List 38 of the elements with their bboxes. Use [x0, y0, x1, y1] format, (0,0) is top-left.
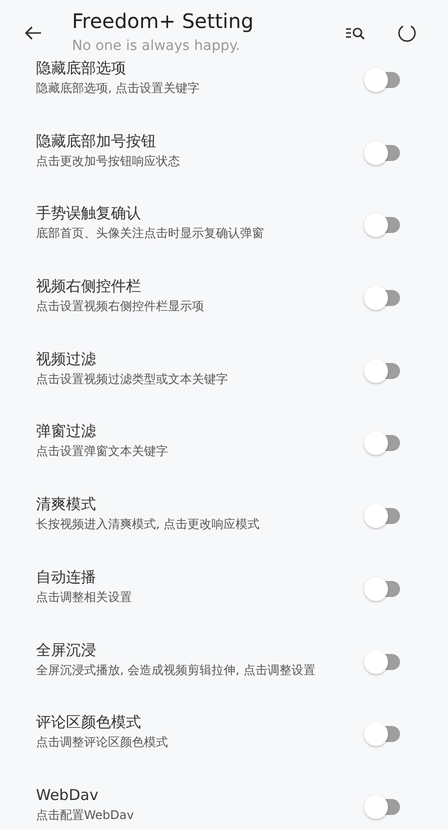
setting-title: 评论区颜色模式 — [36, 712, 142, 732]
setting-title: 自动连播 — [36, 566, 97, 587]
setting-description: 点击调整评论区颜色模式 — [36, 734, 169, 750]
page-title: Freedom+ Setting — [72, 8, 254, 34]
toggle-switch[interactable] — [364, 504, 400, 528]
setting-description: 点击调整相关设置 — [36, 588, 133, 605]
setting-title: 全屏沉浸 — [36, 640, 97, 660]
toggle-switch[interactable] — [364, 68, 400, 92]
toggle-switch[interactable] — [364, 213, 400, 238]
toggle-switch[interactable] — [364, 576, 400, 601]
setting-title: 隐藏底部选项 — [36, 58, 127, 78]
setting-title: 清爽模式 — [36, 494, 97, 514]
toggle-switch[interactable] — [364, 140, 400, 165]
setting-description: 隐藏底部选项, 点击设置关键字 — [36, 80, 201, 96]
refresh-icon — [397, 23, 417, 43]
page-subtitle: No one is always happy. — [72, 37, 242, 56]
toggle-switch[interactable] — [364, 358, 400, 383]
toggle-switch[interactable] — [364, 794, 400, 819]
toggle-switch[interactable] — [364, 722, 400, 746]
setting-description: 底部首页、头像关注点击时显示复确认弹窗 — [36, 225, 265, 242]
setting-title: 弹窗过滤 — [36, 421, 97, 442]
back-arrow-icon — [24, 25, 42, 41]
setting-description: 长按视频进入清爽模式, 点击更改响应模式 — [36, 516, 261, 532]
setting-title: 隐藏底部加号按钮 — [36, 130, 157, 151]
setting-title: WebDav — [36, 784, 100, 805]
toggle-switch[interactable] — [364, 286, 400, 310]
setting-description: 点击配置WebDav — [36, 806, 135, 823]
search-list-icon — [345, 26, 365, 40]
setting-title: 视频过滤 — [36, 348, 97, 369]
toggle-switch[interactable] — [364, 431, 400, 456]
setting-description: 点击更改加号按钮响应状态 — [36, 152, 181, 169]
setting-description: 点击设置弹窗文本关键字 — [36, 443, 169, 460]
toggle-switch[interactable] — [364, 650, 400, 674]
setting-description: 点击设置视频右侧控件栏显示项 — [36, 298, 205, 314]
setting-description: 点击设置视频过滤类型或文本关键字 — [36, 370, 229, 387]
setting-title: 视频右侧控件栏 — [36, 276, 142, 296]
setting-description: 全屏沉浸式播放, 会造成视频剪辑拉伸, 点击调整设置 — [36, 662, 316, 678]
setting-title: 手势误触复确认 — [36, 203, 142, 224]
